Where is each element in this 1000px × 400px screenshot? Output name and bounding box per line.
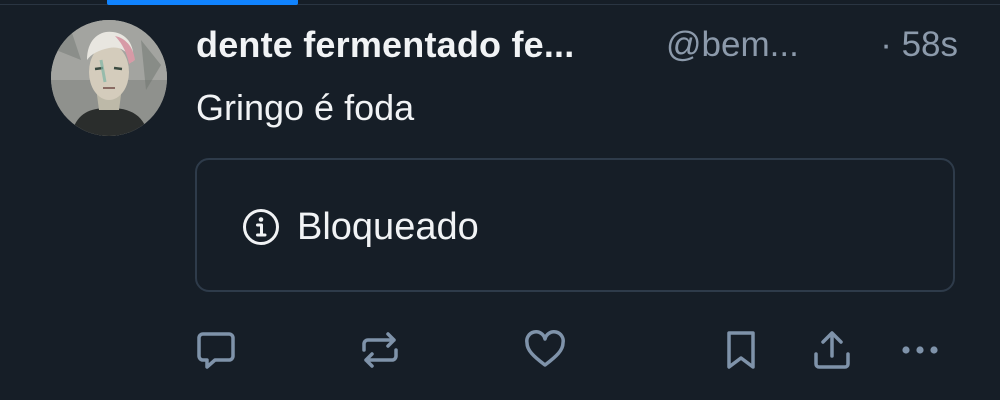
active-tab-indicator [107, 0, 298, 5]
like-button[interactable] [522, 327, 568, 373]
ellipsis-icon [902, 346, 938, 354]
avatar[interactable] [51, 20, 167, 136]
post-header: dente fermentado fe... @bem... · 58s [196, 23, 966, 67]
blocked-embed-row: Bloqueado [241, 204, 479, 250]
heart-icon [525, 330, 565, 367]
bookmark-button[interactable] [718, 327, 764, 373]
info-icon [243, 209, 279, 245]
avatar-portrait-icon [51, 20, 167, 136]
speech-bubble-icon [197, 332, 235, 369]
blocked-label: Bloqueado [297, 206, 479, 248]
reply-button[interactable] [193, 327, 239, 373]
bookmark-icon [727, 331, 755, 369]
blocked-embed-card: Bloqueado [195, 158, 955, 292]
post-timestamp[interactable]: · 58s [880, 23, 958, 67]
post-screen: dente fermentado fe... @bem... · 58s Gri… [0, 0, 1000, 400]
more-options-button[interactable] [897, 327, 943, 373]
repost-arrows-icon [362, 332, 398, 368]
author-handle[interactable]: @bem... [666, 23, 799, 67]
repost-button[interactable] [357, 327, 403, 373]
post-text: Gringo é foda [196, 87, 415, 128]
share-button[interactable] [809, 327, 855, 373]
share-upload-icon [814, 331, 850, 369]
author-display-name[interactable]: dente fermentado fe... [196, 23, 574, 67]
